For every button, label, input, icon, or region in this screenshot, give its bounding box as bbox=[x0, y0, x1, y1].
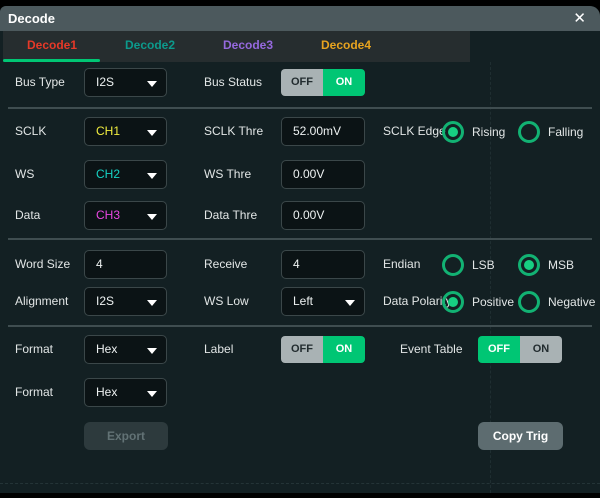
radio-icon bbox=[442, 254, 464, 276]
format-display-label: Format bbox=[15, 335, 53, 364]
sclk-edge-falling-radio[interactable]: Falling bbox=[518, 117, 583, 146]
receive-input[interactable]: 4 bbox=[281, 250, 365, 279]
data-label: Data bbox=[15, 201, 40, 230]
tab-bar: Decode1 Decode2 Decode3 Decode4 bbox=[3, 31, 470, 62]
tab-decode1[interactable]: Decode1 bbox=[3, 31, 101, 62]
chevron-down-icon bbox=[147, 81, 157, 87]
data-thre-label: Data Thre bbox=[204, 201, 257, 230]
ws-low-label: WS Low bbox=[204, 287, 249, 316]
event-table-toggle[interactable]: OFF ON bbox=[478, 336, 562, 363]
label-on[interactable]: ON bbox=[323, 336, 365, 363]
alignment-label: Alignment bbox=[15, 287, 68, 316]
word-size-input[interactable]: 4 bbox=[84, 250, 167, 279]
format-export-label: Format bbox=[15, 378, 53, 407]
label-toggle-label: Label bbox=[204, 335, 233, 364]
bus-type-dropdown[interactable]: I2S bbox=[84, 68, 167, 97]
format-display-dropdown[interactable]: Hex bbox=[84, 335, 167, 364]
radio-label: LSB bbox=[472, 258, 495, 272]
chevron-down-icon bbox=[147, 214, 157, 220]
ws-value: CH2 bbox=[96, 167, 120, 181]
chevron-down-icon bbox=[345, 300, 355, 306]
dialog-title: Decode bbox=[8, 6, 55, 31]
chevron-down-icon bbox=[147, 173, 157, 179]
radio-icon bbox=[518, 121, 540, 143]
bus-status-label: Bus Status bbox=[204, 68, 262, 97]
data-dropdown[interactable]: CH3 bbox=[84, 201, 167, 230]
bus-status-toggle[interactable]: OFF ON bbox=[281, 69, 365, 96]
sclk-thre-input[interactable]: 52.00mV bbox=[281, 117, 365, 146]
bus-type-label: Bus Type bbox=[15, 68, 65, 97]
sclk-dropdown[interactable]: CH1 bbox=[84, 117, 167, 146]
format-export-value: Hex bbox=[96, 385, 117, 399]
radio-icon bbox=[442, 291, 464, 313]
radio-label: Positive bbox=[472, 295, 514, 309]
ws-label: WS bbox=[15, 160, 34, 189]
radio-label: Negative bbox=[548, 295, 595, 309]
export-button[interactable]: Export bbox=[84, 422, 168, 450]
close-icon[interactable]: ✕ bbox=[573, 6, 586, 31]
tab-decode4[interactable]: Decode4 bbox=[297, 31, 395, 62]
data-value: CH3 bbox=[96, 208, 120, 222]
radio-label: Rising bbox=[472, 125, 505, 139]
copy-trig-button[interactable]: Copy Trig bbox=[478, 422, 563, 450]
bus-type-value: I2S bbox=[96, 75, 114, 89]
ws-dropdown[interactable]: CH2 bbox=[84, 160, 167, 189]
ws-low-dropdown[interactable]: Left bbox=[281, 287, 365, 316]
sclk-edge-rising-radio[interactable]: Rising bbox=[442, 117, 505, 146]
endian-msb-radio[interactable]: MSB bbox=[518, 250, 574, 279]
alignment-value: I2S bbox=[96, 294, 114, 308]
sclk-label: SCLK bbox=[15, 117, 46, 146]
sclk-value: CH1 bbox=[96, 124, 120, 138]
event-table-off[interactable]: OFF bbox=[478, 336, 520, 363]
event-table-label: Event Table bbox=[400, 335, 463, 364]
chevron-down-icon bbox=[147, 391, 157, 397]
data-thre-input[interactable]: 0.00V bbox=[281, 201, 365, 230]
label-off[interactable]: OFF bbox=[281, 336, 323, 363]
radio-icon bbox=[518, 291, 540, 313]
format-display-value: Hex bbox=[96, 342, 117, 356]
tab-decode2[interactable]: Decode2 bbox=[101, 31, 199, 62]
chevron-down-icon bbox=[147, 300, 157, 306]
radio-label: Falling bbox=[548, 125, 583, 139]
graticule-line-horizontal bbox=[0, 483, 600, 484]
bus-status-on[interactable]: ON bbox=[323, 69, 365, 96]
sclk-thre-label: SCLK Thre bbox=[204, 117, 263, 146]
ws-thre-input[interactable]: 0.00V bbox=[281, 160, 365, 189]
decode-dialog-page: Decode ✕ Decode1 Decode2 Decode3 Decode4… bbox=[0, 0, 600, 498]
label-toggle[interactable]: OFF ON bbox=[281, 336, 365, 363]
radio-label: MSB bbox=[548, 258, 574, 272]
receive-label: Receive bbox=[204, 250, 247, 279]
event-table-on[interactable]: ON bbox=[520, 336, 562, 363]
sclk-edge-label: SCLK Edge bbox=[383, 117, 446, 146]
separator bbox=[8, 238, 592, 240]
separator bbox=[8, 107, 592, 109]
format-export-dropdown[interactable]: Hex bbox=[84, 378, 167, 407]
endian-label: Endian bbox=[383, 250, 420, 279]
radio-icon bbox=[442, 121, 464, 143]
alignment-dropdown[interactable]: I2S bbox=[84, 287, 167, 316]
data-polarity-negative-radio[interactable]: Negative bbox=[518, 287, 595, 316]
bus-status-off[interactable]: OFF bbox=[281, 69, 323, 96]
ws-low-value: Left bbox=[293, 294, 313, 308]
decode-dialog: Decode ✕ Decode1 Decode2 Decode3 Decode4… bbox=[0, 6, 600, 493]
endian-lsb-radio[interactable]: LSB bbox=[442, 250, 495, 279]
dialog-titlebar: Decode ✕ bbox=[0, 6, 600, 31]
data-polarity-positive-radio[interactable]: Positive bbox=[442, 287, 514, 316]
tab-decode3[interactable]: Decode3 bbox=[199, 31, 297, 62]
ws-thre-label: WS Thre bbox=[204, 160, 251, 189]
radio-icon bbox=[518, 254, 540, 276]
chevron-down-icon bbox=[147, 348, 157, 354]
separator bbox=[8, 325, 592, 327]
chevron-down-icon bbox=[147, 130, 157, 136]
word-size-label: Word Size bbox=[15, 250, 70, 279]
